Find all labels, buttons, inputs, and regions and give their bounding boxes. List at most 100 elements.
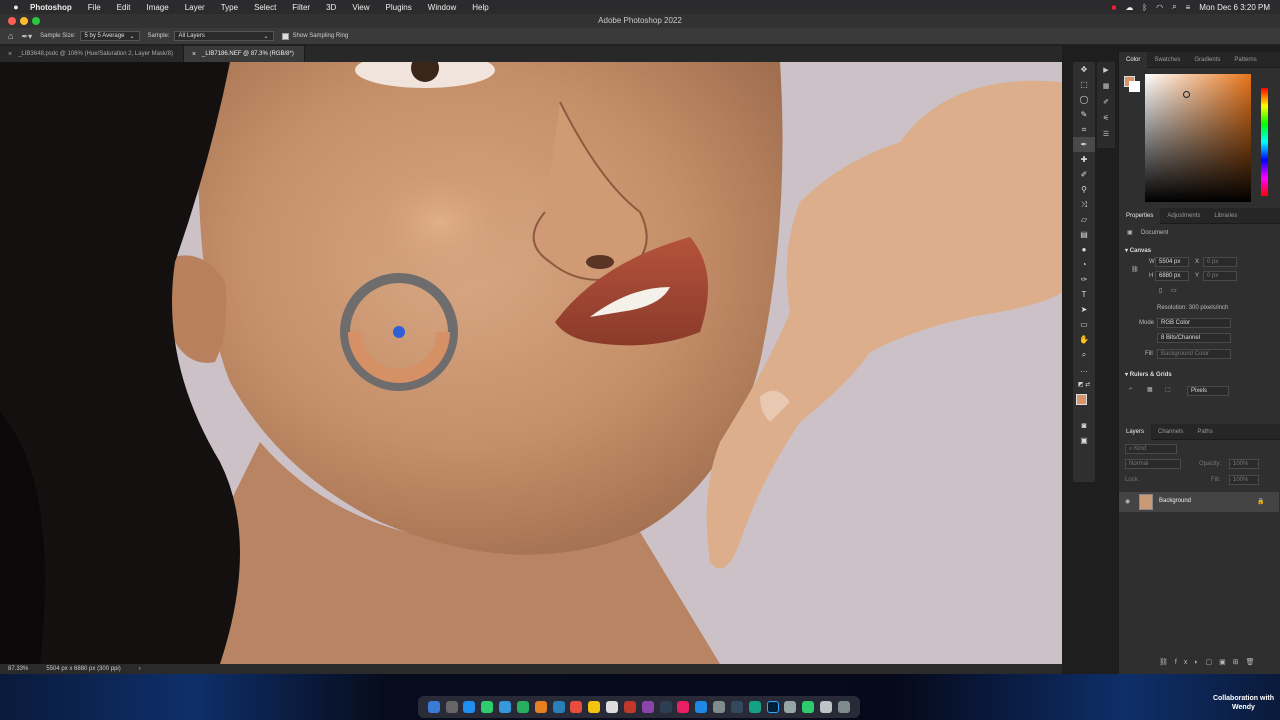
downloads-folder-icon[interactable] — [820, 701, 833, 713]
zoom-window-button[interactable] — [32, 17, 40, 25]
apple-icon[interactable]: ● — [10, 2, 22, 12]
shape-tool-icon[interactable]: ▭ — [1073, 317, 1095, 332]
guides-icon[interactable]: ⬚ — [1165, 386, 1171, 393]
spot-healing-tool-icon[interactable]: ✚ — [1073, 152, 1095, 167]
dodge-tool-icon[interactable]: ◔ — [1073, 257, 1095, 272]
grid-icon[interactable]: ▦ — [1147, 386, 1153, 393]
photoshop-dock-icon[interactable] — [766, 701, 779, 713]
type-tool-icon[interactable]: T — [1073, 287, 1095, 302]
menu-image[interactable]: Image — [138, 3, 176, 12]
sample-size-select[interactable]: 5 by 5 Average ⌄ — [79, 31, 140, 41]
menu-type[interactable]: Type — [213, 3, 246, 12]
record-icon[interactable]: ■ — [1112, 3, 1117, 12]
screen-mode-icon[interactable]: ▣ — [1073, 433, 1095, 448]
layer-kind-filter[interactable]: ⌕ Kind — [1125, 444, 1177, 454]
menu-filter[interactable]: Filter — [284, 3, 318, 12]
bit-depth-select[interactable]: 8 Bits/Channel — [1157, 333, 1231, 343]
notes-icon[interactable] — [588, 701, 601, 713]
layer-row-background[interactable]: ◉ Background 🔒 — [1119, 492, 1279, 512]
blur-tool-icon[interactable]: ● — [1073, 242, 1095, 257]
hand-tool-icon[interactable]: ✋ — [1073, 332, 1095, 347]
eye-icon[interactable]: ◉ — [1125, 498, 1130, 505]
hue-slider[interactable] — [1261, 88, 1268, 196]
rulers-icon[interactable]: ⌐ — [1129, 386, 1133, 392]
status-menu-arrow[interactable]: › — [139, 666, 141, 672]
settings-icon[interactable] — [713, 701, 726, 713]
height-field[interactable]: 6880 px — [1155, 271, 1189, 281]
lock-icon[interactable]: 🔒 — [1257, 498, 1264, 505]
menu-file[interactable]: File — [80, 3, 109, 12]
y-field[interactable]: 0 px — [1203, 271, 1237, 281]
finder-icon[interactable] — [427, 701, 440, 713]
preview-icon[interactable] — [784, 701, 797, 713]
menu-edit[interactable]: Edit — [109, 3, 139, 12]
tab-properties[interactable]: Properties — [1119, 207, 1161, 224]
app-store-icon[interactable] — [695, 701, 708, 713]
quick-select-tool-icon[interactable]: ✎ — [1073, 107, 1095, 122]
tab-adjustments[interactable]: Adjustments — [1160, 208, 1207, 224]
marquee-tool-icon[interactable]: ⬚ — [1073, 77, 1095, 92]
sampling-ring-checkbox[interactable] — [281, 32, 289, 40]
canvas-section-label[interactable]: ▾ Canvas — [1125, 247, 1151, 254]
eyedropper-tool-icon[interactable]: ✒ — [1073, 137, 1095, 152]
podcasts-icon[interactable] — [641, 701, 654, 713]
menu-window[interactable]: Window — [420, 3, 464, 12]
close-icon[interactable]: × — [192, 51, 196, 58]
layer-name[interactable]: Background — [1159, 498, 1191, 504]
tab-paths[interactable]: Paths — [1190, 424, 1219, 440]
zoom-app-icon[interactable] — [748, 701, 761, 713]
launchpad-icon[interactable] — [445, 701, 458, 713]
portrait-orientation-icon[interactable]: ▯ — [1159, 287, 1162, 294]
eyedropper-preset-icon[interactable]: ✒▾ — [21, 32, 32, 41]
menu-layer[interactable]: Layer — [177, 3, 213, 12]
numbers-icon[interactable] — [802, 701, 815, 713]
mode-select[interactable]: RGB Color — [1157, 318, 1231, 328]
control-center-icon[interactable]: ≡ — [1186, 3, 1191, 12]
tab-lib3648[interactable]: × _LIB3648.psdc @ 106% (Hue/Saturation 2,… — [0, 46, 184, 62]
brush-settings-icon[interactable]: ✐ — [1097, 94, 1115, 110]
blend-mode-select[interactable]: Normal — [1125, 459, 1181, 469]
close-icon[interactable]: × — [8, 51, 12, 58]
tab-channels[interactable]: Channels — [1151, 424, 1190, 440]
path-select-tool-icon[interactable]: ➤ — [1073, 302, 1095, 317]
color-panel-bg-swatch[interactable] — [1129, 81, 1140, 92]
color-picker-cursor[interactable] — [1183, 91, 1190, 98]
tab-lib7186[interactable]: × _LIB7186.NEF @ 87.3% (RGB/8*) — [183, 46, 305, 62]
width-field[interactable]: 5504 px — [1155, 257, 1189, 267]
clone-stamp-tool-icon[interactable]: ⚲ — [1073, 182, 1095, 197]
layers-footer-icons[interactable]: ⛓fx◐▢▣⊞🗑 — [1159, 658, 1262, 666]
cloud-icon[interactable]: ☁ — [1125, 3, 1133, 12]
units-select[interactable]: Pixels — [1187, 386, 1229, 396]
history-icon[interactable]: ☰ — [1097, 126, 1115, 142]
more-tools-icon[interactable]: … — [1073, 362, 1095, 377]
menu-photoshop[interactable]: Photoshop — [22, 3, 80, 12]
x-field[interactable]: 0 px — [1203, 257, 1237, 267]
actions-icon[interactable]: ▦ — [1097, 78, 1115, 94]
zoom-level[interactable]: 87.33% — [8, 666, 28, 672]
adjust-icon[interactable]: ⚟ — [1097, 110, 1115, 126]
menu-help[interactable]: Help — [464, 3, 496, 12]
opacity-field[interactable]: 100% — [1229, 459, 1259, 469]
lasso-tool-icon[interactable]: ◯ — [1073, 92, 1095, 107]
move-tool-icon[interactable]: ✥ — [1073, 62, 1095, 77]
menu-3d[interactable]: 3D — [318, 3, 344, 12]
tab-gradients[interactable]: Gradients — [1187, 52, 1227, 68]
play-icon[interactable]: ▶ — [1097, 62, 1115, 78]
safari-icon[interactable] — [463, 701, 476, 713]
tab-libraries[interactable]: Libraries — [1207, 208, 1244, 224]
default-colors-icon[interactable]: ◩ ⇄ — [1073, 377, 1095, 392]
brush-tool-icon[interactable]: ✐ — [1073, 167, 1095, 182]
tv-icon[interactable] — [659, 701, 672, 713]
clock[interactable]: Mon Dec 6 3:20 PM — [1199, 3, 1270, 12]
music-icon[interactable] — [623, 701, 636, 713]
news-icon[interactable] — [677, 701, 690, 713]
fill-select[interactable]: Background Color — [1157, 349, 1231, 359]
wifi-icon[interactable]: ◠ — [1156, 3, 1163, 12]
color-picker-field[interactable] — [1145, 74, 1251, 202]
close-window-button[interactable] — [8, 17, 16, 25]
landscape-orientation-icon[interactable]: ▭ — [1171, 287, 1177, 294]
reminders-icon[interactable] — [606, 701, 619, 713]
zoom-tool-icon[interactable]: ⌕ — [1073, 347, 1095, 362]
tab-swatches[interactable]: Swatches — [1147, 52, 1187, 68]
menu-view[interactable]: View — [344, 3, 377, 12]
